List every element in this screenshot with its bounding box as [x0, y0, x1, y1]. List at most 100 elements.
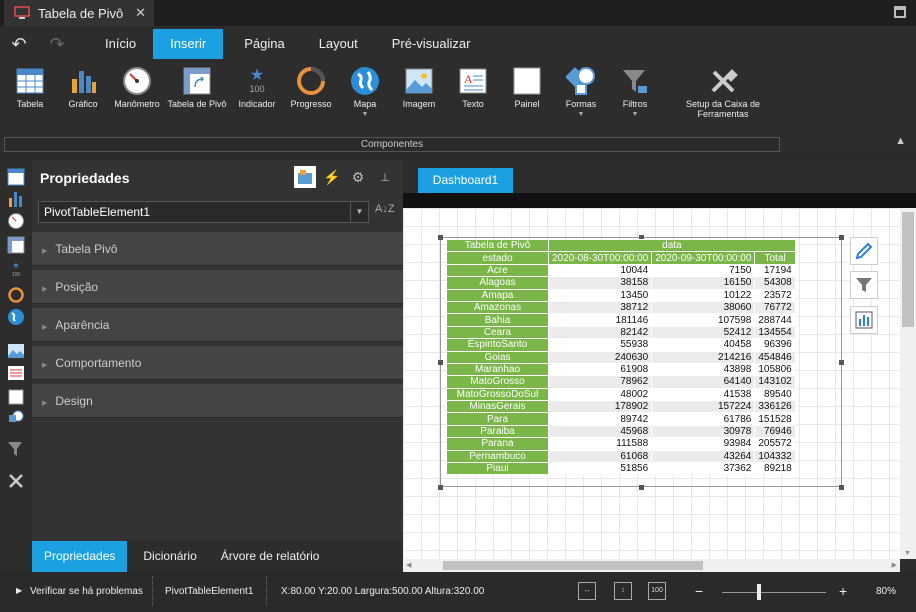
pivot-row-label: Paraiba	[446, 424, 549, 439]
events-lightning-icon[interactable]: ⚡	[321, 166, 343, 188]
gauge-icon[interactable]	[7, 212, 25, 230]
pivot-cell: 89218	[754, 462, 796, 476]
pivot-cell: 205572	[754, 437, 796, 451]
pivot-cell: 55938	[547, 338, 653, 352]
element-selector[interactable]: PivotTableElement1 ▼	[38, 201, 369, 223]
scroll-thumb[interactable]	[902, 212, 914, 327]
chevron-up-icon[interactable]: ▲	[895, 135, 906, 147]
edit-pencil-icon[interactable]	[850, 237, 878, 265]
resize-handle[interactable]	[839, 360, 844, 365]
ribbon-filtros-button[interactable]: Filtros ▼	[605, 66, 665, 118]
filter-icon[interactable]	[850, 271, 878, 299]
section-aparencia[interactable]: ▶ Aparência	[32, 308, 403, 342]
image-icon	[404, 66, 434, 96]
tab-arvore-de-relatorio[interactable]: Árvore de relatório	[209, 541, 332, 572]
tab-dicionario[interactable]: Dicionário	[131, 541, 208, 572]
table-icon[interactable]	[7, 168, 25, 186]
pivot-table: Tabela de Pivô data estado 2020-08-30T00:00…	[446, 238, 796, 476]
resize-handle[interactable]	[438, 485, 443, 490]
text-icon[interactable]	[7, 364, 25, 382]
properties-title: Propriedades	[40, 170, 130, 186]
pivot-cell: 30978	[651, 424, 756, 439]
shapes-icon[interactable]	[7, 410, 25, 428]
tab-inserir[interactable]: Inserir	[153, 29, 224, 59]
vertical-scrollbar[interactable]: ▼	[900, 208, 916, 559]
tab-propriedades[interactable]: Propriedades	[32, 541, 128, 572]
pivot-row-label: MatoGrossoDoSul	[446, 387, 549, 402]
canvas-header	[403, 193, 916, 208]
section-posicao[interactable]: ▶ Posição	[32, 270, 403, 304]
resize-handle[interactable]	[438, 235, 443, 240]
ribbon-imagem-button[interactable]: Imagem	[389, 66, 449, 109]
close-tab-icon[interactable]: ✕	[135, 5, 146, 21]
horizontal-scrollbar[interactable]: ◀ ▶	[403, 559, 900, 572]
fit-width-icon[interactable]: ↔	[578, 582, 596, 600]
pin-icon[interactable]: ⊥	[374, 166, 396, 188]
categorized-view-icon[interactable]	[294, 166, 316, 188]
resize-handle[interactable]	[438, 360, 443, 365]
pivot-cell: 111588	[547, 437, 653, 451]
section-design[interactable]: ▶ Design	[32, 384, 403, 418]
chart-options-icon[interactable]	[850, 306, 878, 334]
resize-handle[interactable]	[639, 485, 644, 490]
maximize-icon[interactable]	[894, 6, 906, 18]
tab-inicio[interactable]: Início	[88, 29, 153, 59]
redo-icon[interactable]: ↷	[38, 34, 76, 55]
pivot-cell: 52412	[651, 325, 756, 340]
chevron-down-icon: ▼	[361, 111, 369, 118]
expand-arrow-icon: ▶	[42, 362, 48, 369]
ribbon-grafico-button[interactable]: Gráfico	[53, 66, 113, 109]
scroll-right-arrow-icon[interactable]: ▶	[892, 559, 897, 572]
ribbon-texto-button[interactable]: A Texto	[443, 66, 503, 109]
ribbon-painel-button[interactable]: Painel	[497, 66, 557, 109]
document-tab[interactable]: Tabela de Pivô ✕	[4, 0, 154, 26]
sort-alphabetical-icon[interactable]: A↓Z	[375, 203, 395, 215]
table-row: Ceara 82142 52412 134554	[446, 325, 796, 340]
ribbon-mapa-button[interactable]: Mapa ▼	[335, 66, 395, 118]
section-comportamento[interactable]: ▶ Comportamento	[32, 346, 403, 380]
pivot-cell: 214216	[651, 350, 756, 364]
scroll-down-arrow-icon[interactable]: ▼	[904, 550, 911, 557]
resize-handle[interactable]	[839, 485, 844, 490]
dashboard-canvas[interactable]: Tabela de Pivô data estado 2020-08-30T00:00…	[403, 208, 900, 559]
tab-pagina[interactable]: Página	[227, 29, 301, 59]
pivot-cell: 89540	[754, 387, 796, 402]
scroll-thumb[interactable]	[443, 561, 703, 570]
ribbon-tabela-button[interactable]: Tabela	[0, 66, 60, 109]
image-icon[interactable]	[7, 342, 25, 360]
zoom-in-button[interactable]: +	[839, 583, 847, 599]
globe-icon[interactable]	[7, 308, 25, 326]
panel-icon[interactable]	[7, 388, 25, 406]
zoom-100-button[interactable]: 100	[648, 582, 666, 600]
section-tabela-pivo[interactable]: ▶ Tabela Pivô	[32, 232, 403, 266]
zoom-slider[interactable]	[722, 592, 826, 593]
indicator-icon[interactable]: ★ 100	[7, 262, 25, 280]
ribbon-tabela-de-pivo-button[interactable]: Tabela de Pivô	[167, 66, 227, 109]
zoom-out-button[interactable]: −	[695, 583, 703, 599]
bar-chart-icon[interactable]	[7, 190, 25, 208]
ribbon-setup-button[interactable]: Setup da Caixa de Ferramentas	[685, 66, 761, 119]
gear-icon[interactable]: ⚙	[347, 166, 369, 188]
check-issues-link[interactable]: Verificar se há problemas	[30, 586, 143, 597]
tools-icon[interactable]	[7, 472, 25, 490]
tab-dashboard1[interactable]: Dashboard1	[418, 168, 513, 193]
pivot-cell: 64140	[651, 375, 756, 389]
pivot-row-label: MatoGrosso	[446, 375, 549, 389]
play-arrow-icon[interactable]: ▶	[16, 586, 22, 595]
scroll-left-arrow-icon[interactable]: ◀	[406, 559, 411, 572]
fit-height-icon[interactable]: ↕	[614, 582, 632, 600]
menu-bar: ↶ ↷ Início Inserir Página Layout Pré-vis…	[0, 26, 916, 62]
pivot-header-row: estado 2020-08-30T00:00:00 2020-09-30T00:0…	[446, 251, 796, 265]
zoom-slider-thumb[interactable]	[757, 584, 761, 600]
ribbon-progresso-button[interactable]: Progresso	[281, 66, 341, 109]
ribbon-formas-button[interactable]: Formas ▼	[551, 66, 611, 118]
ribbon-manometro-button[interactable]: Manômetro	[107, 66, 167, 109]
tab-pre-visualizar[interactable]: Pré-visualizar	[375, 29, 488, 59]
ribbon-indicador-button[interactable]: ★ 100 Indicador	[227, 66, 287, 110]
pivot-table-icon[interactable]	[7, 236, 25, 254]
resize-handle[interactable]	[839, 235, 844, 240]
progress-icon[interactable]	[7, 286, 25, 304]
undo-icon[interactable]: ↶	[0, 34, 38, 55]
tab-layout[interactable]: Layout	[302, 29, 375, 59]
filter-icon[interactable]	[7, 440, 25, 458]
